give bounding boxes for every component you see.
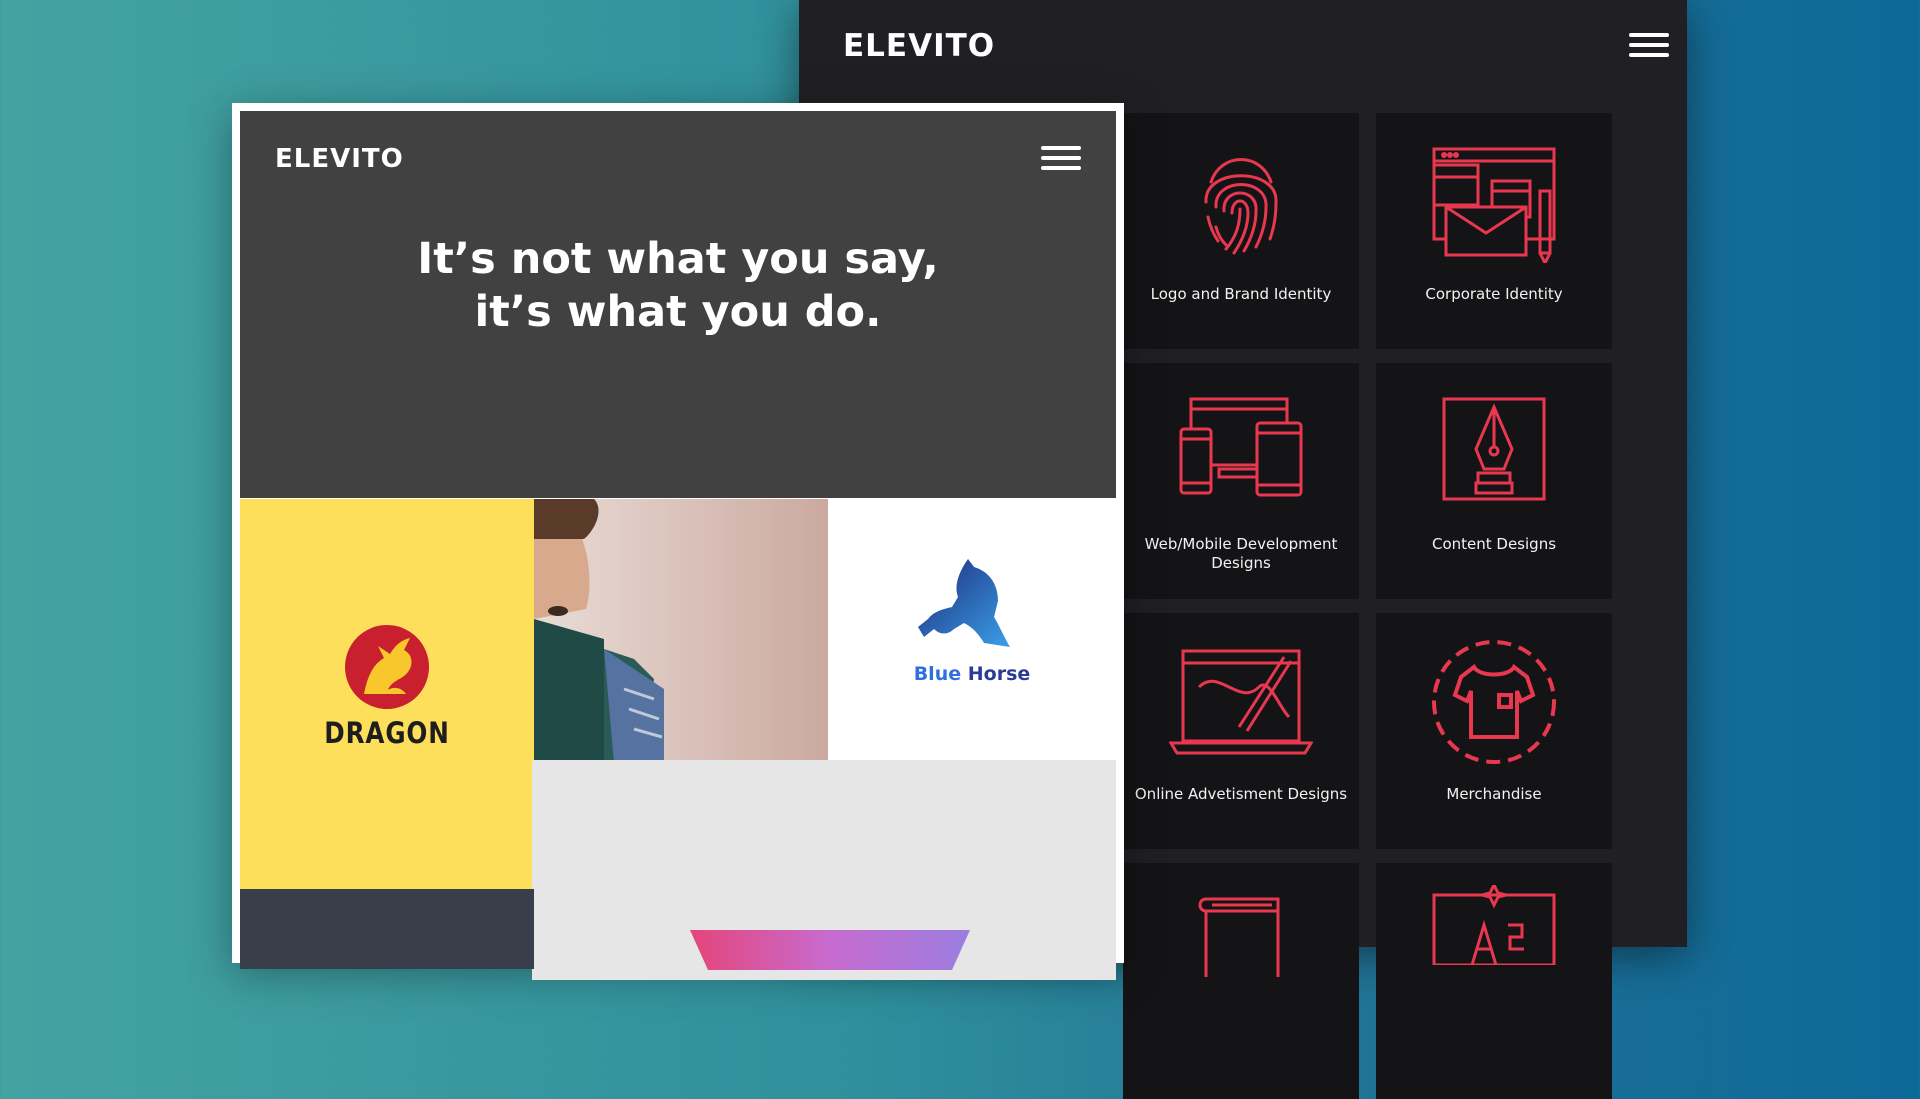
horse-brand-text: Blue Horse	[828, 663, 1116, 685]
devices-icon	[1179, 397, 1303, 497]
stationery-icon	[1432, 147, 1556, 263]
laptop-drawing-icon	[1169, 649, 1313, 755]
service-label: Merchandise	[1446, 785, 1542, 803]
portfolio-page-mockup: ELEVITO It’s not what you say, it’s what…	[232, 103, 1124, 980]
service-card-online-ads[interactable]: Online Advetisment Designs	[1123, 613, 1359, 849]
front-logo[interactable]: ELEVITO	[275, 144, 404, 174]
horse-brand-word-1: Blue	[913, 663, 962, 685]
service-label: Online Advetisment Designs	[1134, 785, 1348, 803]
service-card-content[interactable]: Content Designs	[1376, 363, 1612, 599]
horse-logo-icon	[918, 559, 1010, 647]
back-hamburger-icon[interactable]	[1629, 33, 1669, 57]
service-card-merchandise[interactable]: Merchandise	[1376, 613, 1612, 849]
back-logo[interactable]: ELEVITO	[843, 28, 995, 64]
portfolio-tile-gradient[interactable]	[532, 760, 1116, 980]
hero-headline: It’s not what you say, it’s what you do.	[240, 233, 1116, 339]
gradient-artwork-image	[690, 930, 970, 970]
service-card-web-mobile[interactable]: Web/Mobile Development Designs	[1123, 363, 1359, 599]
horse-brand-word-2: Horse	[967, 663, 1031, 685]
service-card-corporate[interactable]: Corporate Identity	[1376, 113, 1612, 349]
service-card-8[interactable]	[1376, 863, 1612, 1099]
book-icon	[1198, 897, 1280, 977]
service-card-7[interactable]	[1123, 863, 1359, 1099]
dragon-brand-text: DRAGON	[324, 716, 450, 750]
headline-line-2: it’s what you do.	[474, 287, 882, 337]
portfolio-tile-dark[interactable]	[240, 889, 534, 969]
fingerprint-icon	[1204, 158, 1278, 255]
hero-section: ELEVITO It’s not what you say, it’s what…	[240, 111, 1116, 498]
portfolio-tile-blue-horse[interactable]: Blue Horse	[828, 499, 1116, 761]
service-label: Content Designs	[1431, 535, 1557, 553]
headline-line-1: It’s not what you say,	[417, 234, 939, 284]
service-label: Web/Mobile Development Designs	[1144, 535, 1338, 572]
design-tools-icon	[1432, 885, 1556, 965]
dragon-logo-icon	[345, 625, 429, 709]
service-card-logo-brand[interactable]: Logo and Brand Identity	[1123, 113, 1359, 349]
service-label: Corporate Identity	[1425, 285, 1563, 303]
pen-nib-icon	[1442, 397, 1546, 501]
portfolio-tile-photo[interactable]	[534, 499, 828, 763]
woman-with-book-image	[534, 499, 828, 763]
tshirt-icon	[1432, 640, 1556, 764]
service-label: Logo and Brand Identity	[1150, 285, 1332, 303]
front-hamburger-icon[interactable]	[1041, 146, 1081, 170]
portfolio-tile-dragon[interactable]: DRAGON	[240, 499, 534, 889]
